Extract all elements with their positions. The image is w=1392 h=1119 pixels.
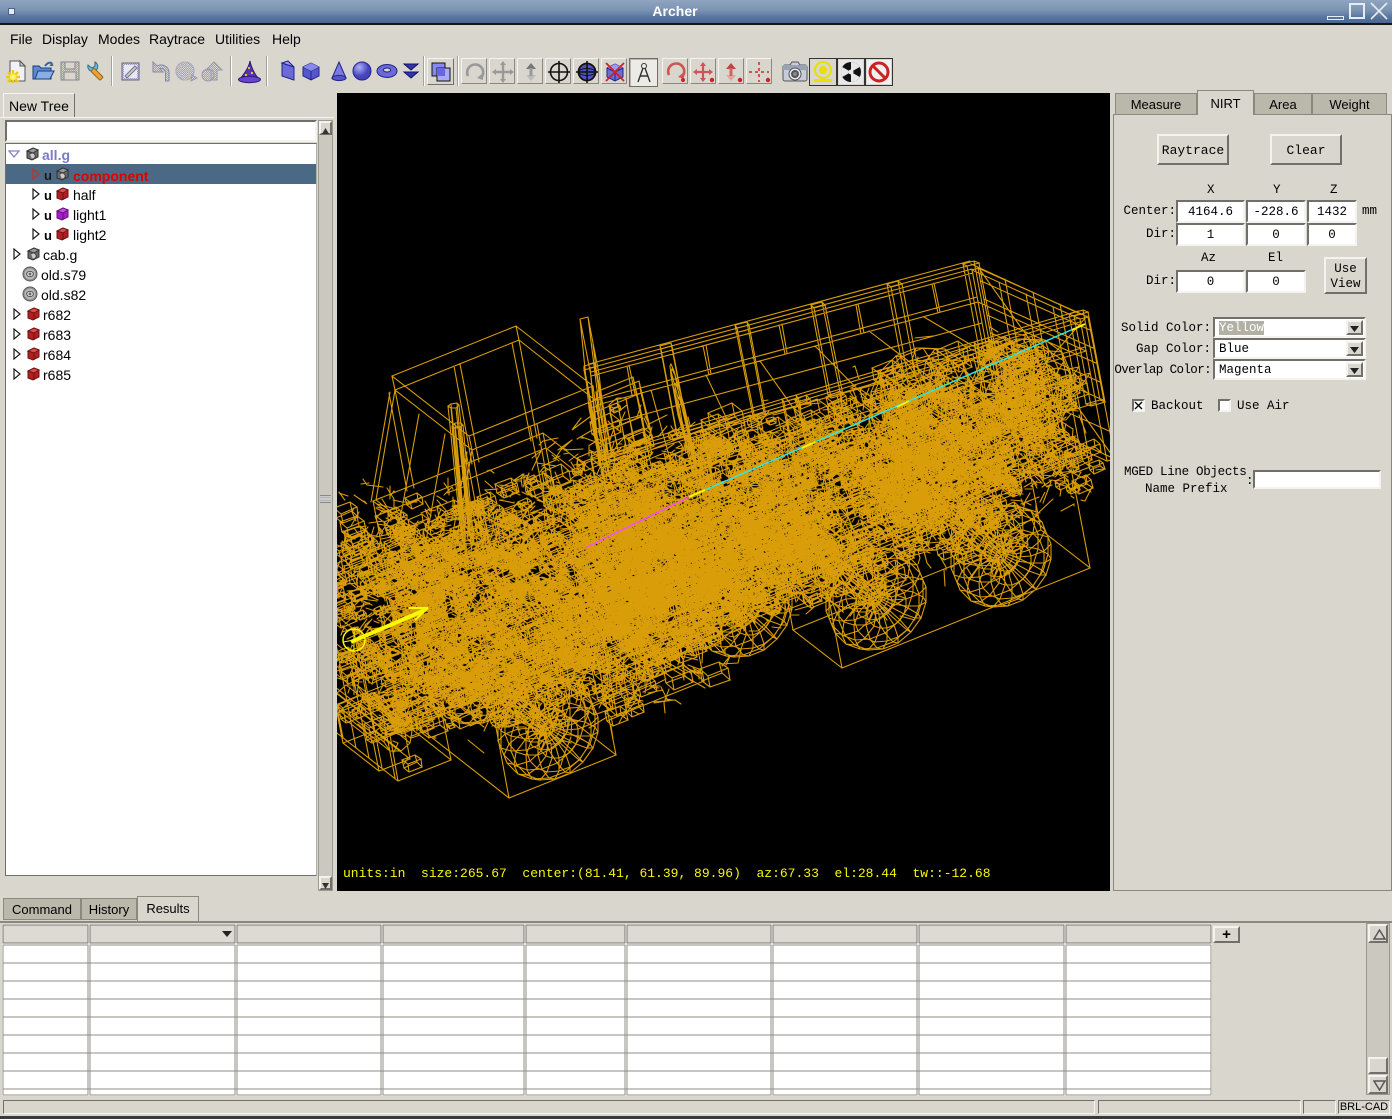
svg-text:u: u: [44, 188, 52, 203]
svg-text:half: half: [73, 187, 96, 203]
svg-text:cab.g: cab.g: [43, 247, 77, 263]
svg-text:u: u: [44, 168, 52, 183]
svg-text:old.s79: old.s79: [41, 267, 86, 283]
svg-text:r685: r685: [43, 367, 71, 383]
svg-text:component: component: [73, 168, 149, 184]
svg-text:light1: light1: [73, 207, 107, 223]
svg-text:all.g: all.g: [42, 147, 70, 163]
svg-text:r683: r683: [43, 327, 71, 343]
svg-text:light2: light2: [73, 227, 107, 243]
svg-text:u: u: [44, 208, 52, 223]
svg-text:r682: r682: [43, 307, 71, 323]
svg-text:r684: r684: [43, 347, 71, 363]
svg-text:old.s82: old.s82: [41, 287, 86, 303]
svg-text:u: u: [44, 228, 52, 243]
